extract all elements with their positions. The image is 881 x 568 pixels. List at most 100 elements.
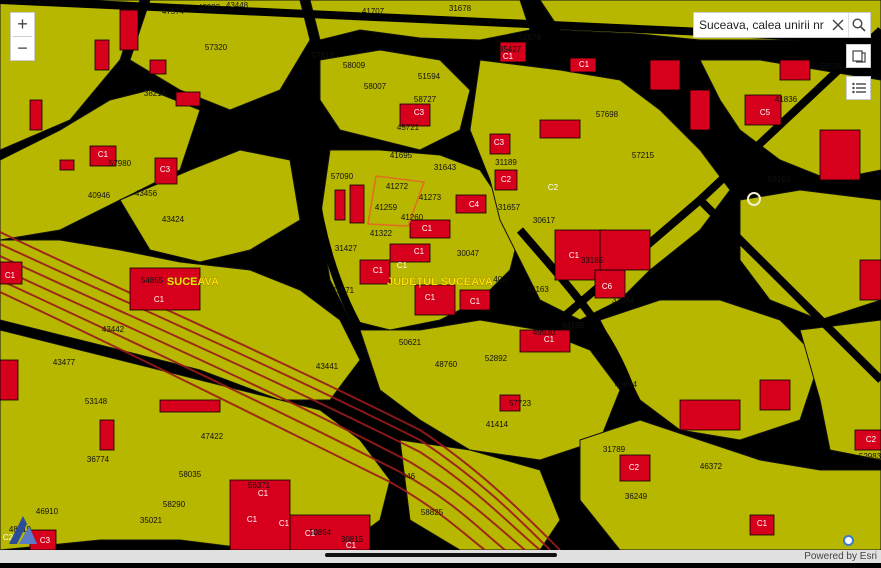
parcel-number-label: 30047 [457, 249, 480, 258]
parcel-number-label: 41259 [375, 203, 398, 212]
parcel-number-label: 42983 [198, 3, 221, 12]
parcel-number-label: 31189 [495, 158, 517, 167]
building-class-label: C1 [373, 266, 384, 275]
building-class-label: C2 [501, 175, 512, 184]
building-class-label: C5 [760, 108, 771, 117]
parcel-number-label: 56535 [820, 62, 843, 71]
building-class-label: C1 [154, 295, 165, 304]
search-input[interactable] [694, 18, 827, 32]
parcel-number-label: 41695 [390, 151, 413, 160]
region-label: SUCEAVA [167, 276, 219, 288]
building-class-label: C1 [279, 519, 290, 528]
parcel-number-label: 43694 [615, 380, 638, 389]
building-class-label: C6 [602, 282, 613, 291]
building-class-label: C4 [469, 200, 480, 209]
building-class-label: C1 [98, 150, 109, 159]
map-view[interactable]: 47574 42983 43448 41707 31678 52678 35427 57320… [0, 0, 881, 563]
parcel-number-label: 57723 [509, 399, 532, 408]
parcel-number-label: 45721 [397, 123, 420, 132]
parcel-number-label: 41322 [370, 229, 393, 238]
building-class-label: C1 [503, 52, 514, 61]
scroll-handle[interactable] [843, 535, 854, 546]
parcel-number-label: 52678 [519, 33, 542, 42]
parcel-number-label: 58007 [364, 82, 387, 91]
parcel-number-label: 58035 [179, 470, 202, 479]
zoom-controls: + − [10, 12, 35, 61]
parcel-number-label: 30617 [533, 216, 556, 225]
parcel-number-label: 58009 [343, 61, 366, 70]
parcel-number-label: 47574 [162, 7, 185, 16]
parcel-number-label: 47422 [201, 432, 224, 441]
parcel-number-label: 41273 [419, 193, 442, 202]
parcel-number-label: 41414 [486, 420, 509, 429]
parcel-number-label: 50621 [399, 338, 422, 347]
building-class-label: C1 [346, 541, 357, 550]
building-class-label: C1 [5, 271, 16, 280]
building-class-label: C1 [247, 515, 258, 524]
parcel-number-label: 409 [493, 275, 507, 284]
parcel-number-label: 41272 [386, 182, 409, 191]
building-class-label: C2 [629, 463, 640, 472]
parcel-number-label: 43442 [102, 325, 125, 334]
parcel-number-label: 54855 [141, 276, 164, 285]
close-icon [832, 19, 843, 31]
building-class-label: C1 [422, 224, 433, 233]
layers-icon [851, 50, 866, 63]
building-class-label: C1 [397, 261, 408, 270]
legend-list-icon [851, 82, 866, 94]
parcel-number-label: 35021 [140, 516, 163, 525]
building-class-label: C1 [425, 293, 436, 302]
building-class-label: C3 [414, 108, 425, 117]
search-icon [852, 18, 867, 32]
parcel-number-label: 38214 [144, 89, 167, 98]
building-class-label: C1 [258, 489, 269, 498]
parcel-number-label: 31789 [603, 445, 626, 454]
zoom-in-button[interactable]: + [10, 13, 35, 36]
parcel-number-label: 41163 [527, 285, 549, 294]
parcel-number-label: 33364 [612, 296, 635, 305]
parcel-number-label: 36774 [87, 455, 110, 464]
building-class-label: C1 [414, 247, 425, 256]
map-canvas[interactable]: 47574 42983 4344841707 31678526783542757320… [0, 0, 881, 563]
home-indicator [325, 553, 557, 557]
search-box [693, 12, 871, 38]
parcel-number-label: 58290 [163, 500, 186, 509]
parcel-number-label: 36249 [625, 492, 648, 501]
parcel-number-label: 31427 [335, 244, 358, 253]
parcel-number-label: 41707 [362, 7, 385, 16]
building-class-label: C1 [569, 251, 580, 260]
legend-button[interactable] [846, 76, 871, 100]
parcel-number-label: 57980 [109, 159, 132, 168]
building-class-label: C1 [757, 519, 768, 528]
parcel-number-label: 52892 [485, 354, 508, 363]
ancpi-logo-icon [9, 516, 37, 544]
building-class-label: C2 [866, 435, 877, 444]
building-class-label: C3 [160, 165, 171, 174]
layers-button[interactable] [846, 44, 871, 68]
parcel-number-label: 57698 [596, 110, 619, 119]
parcel-number-label: 57613 [312, 51, 335, 60]
parcel-number-label: 41836 [775, 95, 798, 104]
parcel-number-label: 58825 [421, 508, 444, 517]
building-class-label: C3 [40, 536, 51, 545]
parcel-number-label: 57090 [331, 172, 354, 181]
parcel-number-label: 59163 [768, 175, 791, 184]
parcel-number-label: 43441 [316, 362, 339, 371]
parcel-number-label: 57215 [632, 151, 655, 160]
attribution-text[interactable]: Powered by Esri [804, 550, 877, 563]
parcel-number-label: 40946 [88, 191, 111, 200]
building-class-label: C1 [544, 335, 555, 344]
search-button[interactable] [849, 13, 870, 37]
clear-search-button[interactable] [827, 13, 848, 37]
parcel-number-label: 31657 [498, 203, 521, 212]
building-class-label: C1 [579, 60, 590, 69]
parcel-number-label: 34946 [393, 472, 416, 481]
parcel-number-label: 48760 [435, 360, 458, 369]
parcel-number-label: 43477 [53, 358, 76, 367]
parcel-number-label: 53148 [85, 397, 108, 406]
zoom-out-button[interactable]: − [10, 37, 35, 60]
parcel-number-label: 43424 [162, 215, 185, 224]
parcel-number-label: 31643 [434, 163, 457, 172]
parcel-number-label: 58727 [414, 95, 437, 104]
parcel-number-label: 41260 [401, 213, 424, 222]
